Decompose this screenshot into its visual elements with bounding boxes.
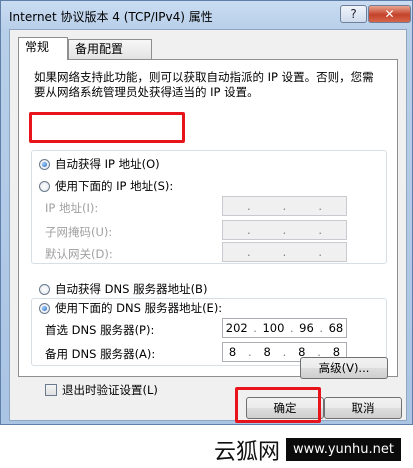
- auto-dns-label: 自动获得 DNS 服务器地址(B): [55, 282, 208, 296]
- tab-alternate-config[interactable]: 备用配置: [68, 39, 152, 59]
- auto-ip-label: 自动获得 IP 地址(O): [55, 157, 160, 171]
- subnet-mask-label: 子网掩码(U):: [45, 225, 113, 239]
- watermark-brand: 云狐网: [214, 439, 281, 465]
- ip-address-label: IP 地址(I):: [45, 201, 99, 215]
- tab-general[interactable]: 常规: [18, 37, 68, 60]
- manual-ip-option[interactable]: 使用下面的 IP 地址(S):: [39, 178, 173, 194]
- subnet-mask-input[interactable]: ...: [222, 220, 347, 240]
- validate-checkbox[interactable]: [45, 384, 57, 396]
- watermark-url: www.yunhu.net: [286, 438, 401, 461]
- close-icon: ✕: [384, 7, 395, 21]
- auto-dns-option[interactable]: 自动获得 DNS 服务器地址(B): [39, 281, 207, 297]
- dialog-window: Internet 协议版本 4 (TCP/IPv4) 属性 ? ✕ 常规 备用配…: [0, 0, 413, 425]
- dialog-body: 常规 备用配置 如果网络支持此功能，则可以获取自动指派的 IP 设置。否则，您需…: [9, 29, 407, 421]
- auto-ip-option[interactable]: 自动获得 IP 地址(O): [39, 156, 160, 172]
- description-text: 如果网络支持此功能，则可以获取自动指派的 IP 设置。否则，您需要从网络系统管理…: [34, 70, 374, 99]
- radio-manual-ip[interactable]: [39, 180, 50, 192]
- highlight-ok-button: [235, 387, 321, 423]
- ip-address-input[interactable]: ...: [222, 196, 347, 216]
- radio-auto-ip[interactable]: [39, 158, 50, 170]
- validate-label: 退出时验证设置(L): [62, 383, 158, 397]
- alternate-dns-label: 备用 DNS 服务器(A):: [45, 347, 156, 361]
- advanced-button[interactable]: 高级(V)...: [300, 357, 388, 379]
- manual-ip-label: 使用下面的 IP 地址(S):: [55, 179, 174, 193]
- manual-dns-option[interactable]: 使用下面的 DNS 服务器地址(E):: [39, 300, 226, 316]
- help-button[interactable]: ?: [340, 5, 367, 23]
- radio-auto-dns[interactable]: [39, 283, 50, 295]
- highlight-auto-ip: [29, 112, 185, 143]
- help-icon: ?: [350, 7, 357, 21]
- title-bar[interactable]: Internet 协议版本 4 (TCP/IPv4) 属性 ? ✕: [7, 5, 411, 27]
- cancel-button[interactable]: 取消: [324, 397, 402, 419]
- preferred-dns-label: 首选 DNS 服务器(P):: [45, 323, 155, 337]
- general-panel: 如果网络支持此功能，则可以获取自动指派的 IP 设置。否则，您需要从网络系统管理…: [18, 59, 398, 397]
- default-gateway-label: 默认网关(D):: [45, 247, 113, 261]
- validate-option[interactable]: 退出时验证设置(L): [45, 382, 158, 398]
- preferred-dns-input[interactable]: 202. 100. 96. 68: [222, 318, 347, 338]
- manual-dns-label: 使用下面的 DNS 服务器地址(E):: [55, 301, 223, 315]
- radio-manual-dns[interactable]: [39, 302, 50, 314]
- watermark: 云狐网 www.yunhu.net: [206, 431, 413, 468]
- default-gateway-input[interactable]: ...: [222, 242, 347, 262]
- window-title: Internet 协议版本 4 (TCP/IPv4) 属性: [9, 10, 213, 24]
- close-button[interactable]: ✕: [368, 5, 411, 23]
